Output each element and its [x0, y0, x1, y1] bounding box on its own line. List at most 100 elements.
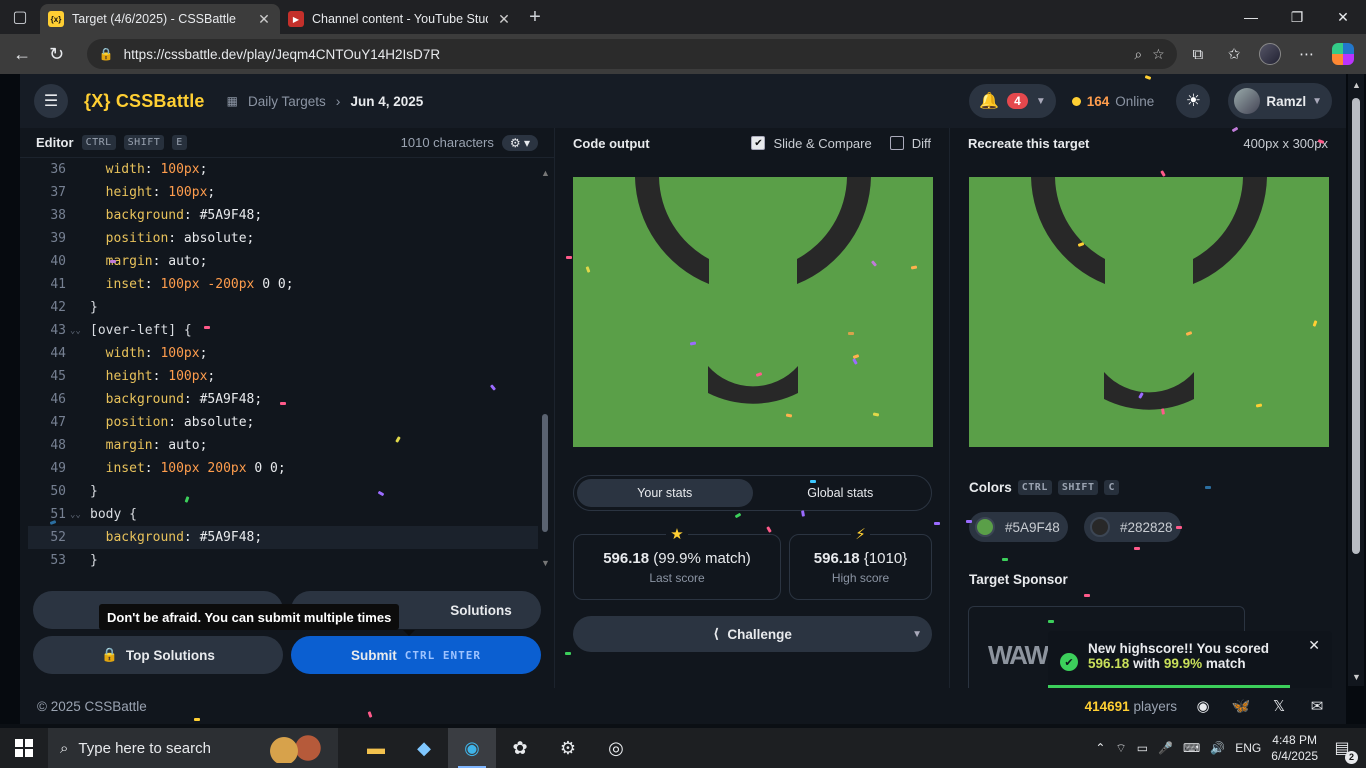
discord-icon[interactable]: ◉: [1191, 697, 1215, 715]
code-editor[interactable]: 36 width: 100px; 37 height: 100px; 38 back…: [28, 158, 538, 570]
minimize-icon[interactable]: —: [1228, 9, 1274, 26]
code-line[interactable]: 49 inset: 100px 200px 0 0;: [28, 457, 538, 480]
zoom-icon[interactable]: ⌕: [1134, 46, 1142, 63]
extensions-icon[interactable]: ⧉: [1183, 39, 1213, 69]
page-scroll-thumb[interactable]: [1352, 98, 1360, 554]
x-twitter-icon[interactable]: 𝕏: [1267, 697, 1291, 715]
edge-browser-icon[interactable]: ◉: [448, 728, 496, 768]
breadcrumb-daily-targets[interactable]: Daily Targets: [248, 94, 326, 109]
color-chip-dark[interactable]: #282828: [1084, 512, 1181, 542]
editor-settings-gear-icon[interactable]: ⚙ ▾: [501, 134, 538, 151]
close-window-icon[interactable]: ✕: [1320, 9, 1366, 26]
close-tab-icon[interactable]: ✕: [256, 11, 272, 28]
url-text[interactable]: https://cssbattle.dev/play/Jeqm4CNTOuY14…: [124, 47, 1125, 62]
microphone-icon[interactable]: 🎤: [1158, 741, 1173, 755]
fold-chevron-icon[interactable]: ⌄⌄: [70, 510, 90, 520]
slide-compare-checkbox[interactable]: ✔: [751, 136, 766, 150]
scroll-down-icon[interactable]: ▼: [1352, 672, 1361, 682]
scroll-up-icon[interactable]: ▲: [541, 168, 550, 178]
submit-button[interactable]: Submit CTRL ENTER: [291, 636, 541, 674]
code-text: body {: [90, 507, 538, 522]
code-line[interactable]: 53}: [28, 549, 538, 570]
code-line[interactable]: 38 background: #5A9F48;: [28, 204, 538, 227]
slide-compare-label[interactable]: Slide & Compare: [773, 136, 871, 151]
target-image[interactable]: [969, 177, 1329, 447]
code-line[interactable]: 46 background: #5A9F48;: [28, 388, 538, 411]
user-menu[interactable]: Ramzl ▼: [1228, 83, 1332, 119]
taskbar-search[interactable]: ⌕ Type here to search: [48, 728, 338, 768]
stats-tabs: Your stats Global stats: [573, 475, 932, 511]
editor-scrollbar[interactable]: ▲ ▼: [539, 168, 551, 572]
cssbattle-logo[interactable]: {X} CSSBattle: [84, 91, 205, 112]
clock[interactable]: 4:48 PM 6/4/2025: [1271, 732, 1318, 764]
code-line[interactable]: 37 height: 100px;: [28, 181, 538, 204]
code-line[interactable]: 51 ⌄⌄ body {: [28, 503, 538, 526]
notifications-button[interactable]: 🔔 4 ▼: [969, 84, 1056, 118]
tab-global-stats[interactable]: Global stats: [753, 479, 929, 507]
action-center-icon[interactable]: ▤ 2: [1328, 738, 1358, 764]
code-line[interactable]: 48 margin: auto;: [28, 434, 538, 457]
color-chip-green[interactable]: #5A9F48: [969, 512, 1068, 542]
page-scrollbar[interactable]: ▲ ▼: [1348, 74, 1364, 686]
code-line[interactable]: 50}: [28, 480, 538, 503]
obs-record-icon[interactable]: ◎: [592, 728, 640, 768]
copilot-button[interactable]: [1328, 39, 1358, 69]
close-toast-icon[interactable]: ✕: [1308, 637, 1320, 654]
battery-icon[interactable]: ▭: [1137, 741, 1148, 755]
new-tab-button[interactable]: +: [520, 6, 550, 29]
code-text: background: #5A9F48;: [90, 392, 538, 407]
browser-tab-cssbattle[interactable]: {x} Target (4/6/2025) - CSSBattle ✕: [40, 4, 280, 34]
browser-tab-youtube[interactable]: ▶ Channel content - YouTube Studio ✕: [280, 4, 520, 34]
code-token: 100px: [160, 162, 200, 177]
code-line[interactable]: 47 position: absolute;: [28, 411, 538, 434]
tray-chevron-up-icon[interactable]: ⌃: [1095, 741, 1105, 755]
code-line[interactable]: 52 background: #5A9F48;: [28, 526, 538, 549]
code-line[interactable]: 45 height: 100px;: [28, 365, 538, 388]
chatgpt-icon[interactable]: ✿: [496, 728, 544, 768]
file-explorer-icon[interactable]: ▬: [352, 728, 400, 768]
code-token: :: [144, 162, 161, 177]
scroll-down-icon[interactable]: ▼: [541, 558, 550, 568]
code-output-canvas[interactable]: [573, 177, 933, 447]
top-solutions-button[interactable]: 🔒 Top Solutions: [33, 636, 283, 674]
keyboard-icon[interactable]: ⌨: [1183, 741, 1200, 755]
theme-toggle-sun-icon[interactable]: ☀: [1176, 84, 1211, 118]
email-icon[interactable]: ✉: [1305, 697, 1329, 715]
wifi-icon[interactable]: ⌔: [1115, 741, 1126, 756]
bluesky-icon[interactable]: 🦋: [1229, 697, 1253, 715]
refresh-icon[interactable]: ↻: [42, 39, 70, 69]
language-indicator[interactable]: ENG: [1235, 741, 1261, 755]
chevron-down-icon[interactable]: ▼: [912, 629, 922, 640]
restore-icon[interactable]: ❐: [1274, 9, 1320, 26]
code-line[interactable]: 39 position: absolute;: [28, 227, 538, 250]
url-bar[interactable]: 🔒 https://cssbattle.dev/play/Jeqm4CNTOuY…: [86, 39, 1177, 69]
tab-your-stats[interactable]: Your stats: [577, 479, 753, 507]
site-info-icon[interactable]: 🔒: [99, 47, 114, 61]
favorites-icon[interactable]: ✩: [1219, 39, 1249, 69]
code-line[interactable]: 41 inset: 100px -200px 0 0;: [28, 273, 538, 296]
favorite-star-icon[interactable]: ☆: [1152, 46, 1165, 63]
clock-date: 6/4/2025: [1271, 749, 1318, 763]
back-icon[interactable]: ←: [8, 39, 36, 69]
editor-scroll-thumb[interactable]: [542, 414, 548, 532]
diff-label[interactable]: Diff: [912, 136, 931, 151]
fold-chevron-icon[interactable]: ⌄⌄: [70, 326, 90, 336]
code-line[interactable]: 40 margin: auto;: [28, 250, 538, 273]
menu-icon[interactable]: ☰: [34, 84, 68, 118]
code-line[interactable]: 43 ⌄⌄ [over-left] {: [28, 319, 538, 342]
profile-avatar[interactable]: [1255, 39, 1285, 69]
scroll-up-icon[interactable]: ▲: [1352, 80, 1361, 90]
volume-icon[interactable]: 🔊: [1210, 741, 1225, 755]
close-tab-icon[interactable]: ✕: [496, 11, 512, 28]
settings-gear-icon[interactable]: ⚙: [544, 728, 592, 768]
sponsor-logo[interactable]: WAW: [988, 640, 1049, 671]
challenge-button[interactable]: ⟨ Challenge ▼: [573, 616, 932, 652]
more-menu-icon[interactable]: ⋯: [1291, 39, 1321, 69]
code-line[interactable]: 42}: [28, 296, 538, 319]
notepad-icon[interactable]: ◆: [400, 728, 448, 768]
code-line[interactable]: 44 width: 100px;: [28, 342, 538, 365]
start-button[interactable]: [0, 728, 48, 768]
code-line[interactable]: 36 width: 100px;: [28, 158, 538, 181]
tab-actions-icon[interactable]: ▢: [0, 0, 40, 34]
diff-checkbox[interactable]: [889, 136, 904, 150]
